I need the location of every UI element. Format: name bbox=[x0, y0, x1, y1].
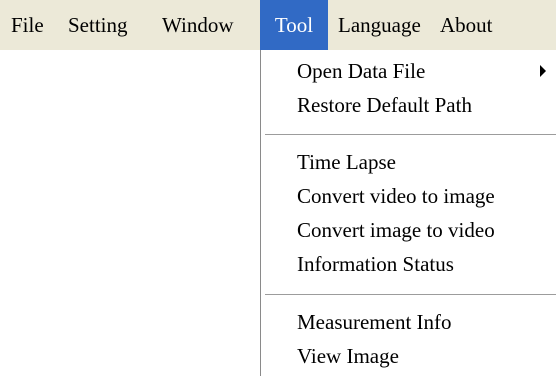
menu-file[interactable]: File bbox=[11, 0, 44, 50]
menu-item-time-lapse[interactable]: Time Lapse bbox=[297, 145, 556, 179]
tool-dropdown-menu: Open Data File Restore Default Path Time… bbox=[260, 50, 556, 376]
menu-separator bbox=[265, 134, 556, 136]
chevron-right-icon bbox=[540, 65, 546, 77]
menu-item-measurement-info[interactable]: Measurement Info bbox=[297, 305, 556, 339]
menu-item-convert-video-to-image[interactable]: Convert video to image bbox=[297, 179, 556, 213]
menu-tool[interactable]: Tool bbox=[260, 0, 328, 50]
menu-about[interactable]: About bbox=[440, 0, 493, 50]
menu-item-view-image[interactable]: View Image bbox=[297, 339, 556, 373]
menu-item-convert-image-to-video[interactable]: Convert image to video bbox=[297, 213, 556, 247]
menu-separator bbox=[265, 294, 556, 296]
menu-item-open-data-file[interactable]: Open Data File bbox=[297, 54, 556, 88]
menu-item-restore-default-path[interactable]: Restore Default Path bbox=[297, 88, 556, 122]
menu-window[interactable]: Window bbox=[162, 0, 233, 50]
menu-item-label: Open Data File bbox=[297, 59, 426, 83]
menu-item-information-status[interactable]: Information Status bbox=[297, 247, 556, 281]
menu-language[interactable]: Language bbox=[338, 0, 421, 50]
menu-setting[interactable]: Setting bbox=[68, 0, 128, 50]
menu-bar: File Setting Window Tool Language About bbox=[0, 0, 556, 50]
